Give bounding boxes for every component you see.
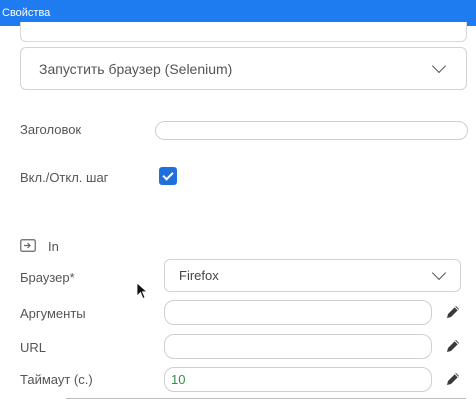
url-label: URL [20,340,47,355]
chevron-down-icon [431,265,447,281]
timeout-label: Таймаут (с.) [20,372,93,387]
action-select[interactable]: Запустить браузер (Selenium) [20,47,467,90]
pencil-icon[interactable] [444,337,462,355]
url-input[interactable] [164,334,432,359]
timeout-input[interactable]: 10 [164,367,432,392]
browser-select-value: Firefox [179,268,219,283]
arguments-input[interactable] [164,300,432,325]
action-select-value: Запустить браузер (Selenium) [39,61,233,77]
toggle-step-label: Вкл./Откл. шаг [20,170,109,185]
mouse-cursor-icon [136,282,148,300]
previous-field-box [20,22,467,42]
pencil-icon[interactable] [444,303,462,321]
title-label: Заголовок [20,122,82,137]
divider [66,398,466,399]
browser-select[interactable]: Firefox [164,259,461,292]
input-arrow-icon [20,239,36,252]
section-in-label: In [48,239,59,254]
toggle-step-checkbox[interactable] [159,167,177,185]
checkmark-icon [162,169,174,181]
chevron-down-icon [431,58,447,74]
arguments-label: Аргументы [20,306,86,321]
pencil-icon[interactable] [444,370,462,388]
properties-panel: Свойства Запустить браузер (Selenium) За… [0,0,476,401]
title-input[interactable] [155,121,468,140]
browser-label: Браузер* [20,270,75,285]
